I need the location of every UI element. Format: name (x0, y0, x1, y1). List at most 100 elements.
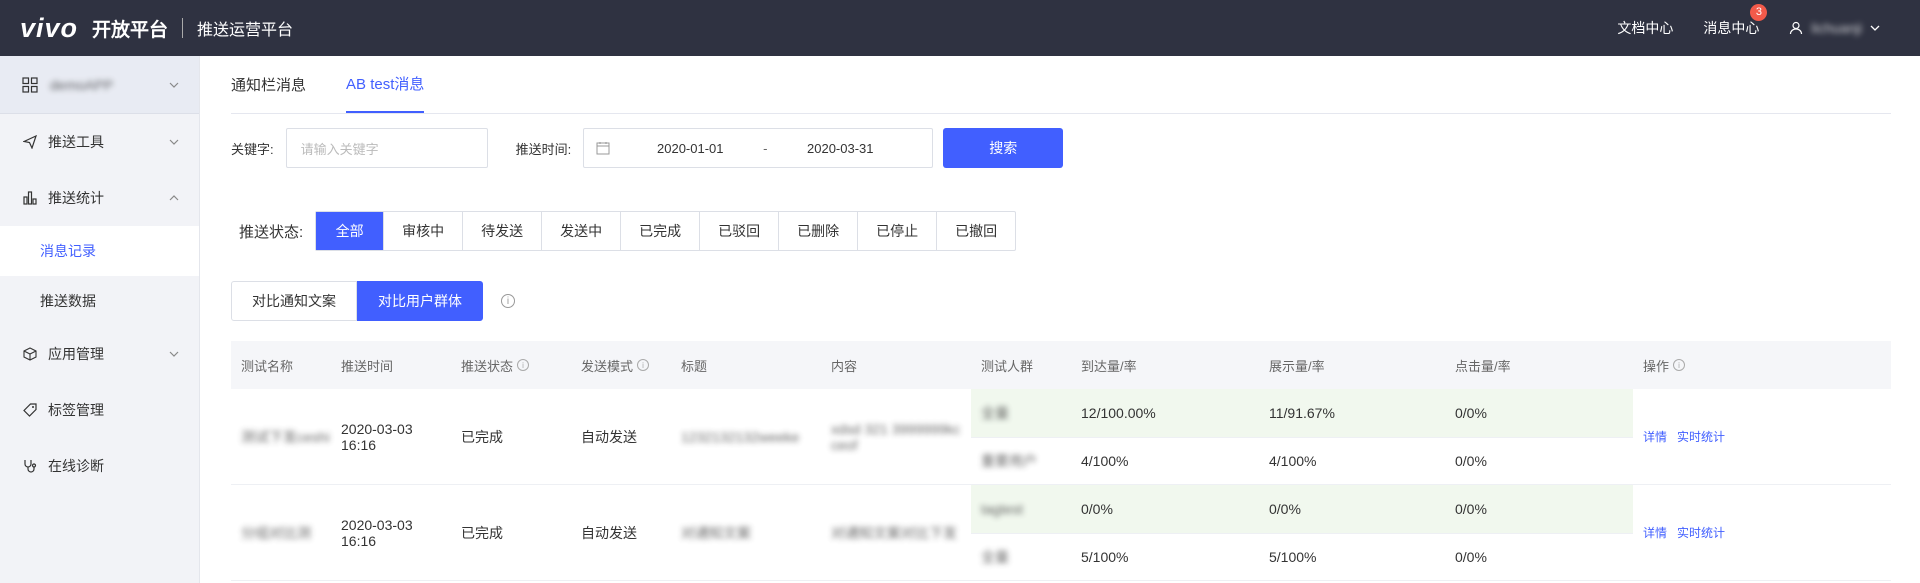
sidebar: demoAPP 推送工具 推送统计 消息记录 推送数据 应用管理 标签管理 在线… (0, 56, 200, 583)
table-row: 分组对比测 2020-03-03 16:16 已完成 自动发送 对通知文案 对通… (231, 485, 1891, 581)
arrive-value: 0/0% (1081, 500, 1113, 517)
info-icon[interactable]: i (517, 359, 530, 371)
user-icon (1790, 21, 1803, 35)
push-status-label: 推送状态: (239, 223, 304, 241)
test-name: 分组对比测 (241, 524, 311, 541)
col-push-time: 推送时间 (341, 358, 394, 374)
top-header: vivo 开放平台 推送运营平台 文档中心 消息中心 3 lichuanji (0, 0, 1920, 56)
col-send-mode: 发送模式 i (571, 356, 671, 375)
main-content: 通知栏消息 AB test消息 关键字: 请输入关键字 推送时间: 2020-0… (231, 56, 1891, 583)
status-segment: 全部 审核中 待发送 发送中 已完成 已驳回 已删除 已停止 已撤回 (315, 211, 1017, 251)
col-arrive: 到达量/率 (1081, 358, 1137, 374)
info-icon[interactable]: i (501, 294, 515, 308)
push-content: xdsd 321 3999999kc ceof (831, 420, 961, 453)
col-content: 内容 (831, 358, 858, 374)
sidebar-item-push-stats[interactable]: 推送统计 (0, 170, 199, 226)
arrive-value: 5/100% (1081, 548, 1129, 565)
send-mode: 自动发送 (581, 428, 637, 445)
col-push-status: 推送状态 i (451, 356, 571, 375)
date-range-picker[interactable]: 2020-01-01 - 2020-03-31 (583, 128, 934, 168)
date-separator: - (763, 140, 768, 156)
keyword-input[interactable]: 请输入关键字 (285, 128, 488, 168)
arrive-value: 12/100.00% (1081, 404, 1156, 421)
sidebar-subitem-message-records[interactable]: 消息记录 (0, 226, 199, 276)
tab-ab-test-message[interactable]: AB test消息 (346, 55, 425, 113)
col-title: 标题 (681, 358, 708, 374)
status-option-deleted[interactable]: 已删除 (779, 212, 859, 250)
sidebar-item-push-tool[interactable]: 推送工具 (0, 114, 199, 170)
detail-link[interactable]: 详情 (1643, 524, 1667, 541)
filter-bar: 关键字: 请输入关键字 推送时间: 2020-01-01 - 2020-03-3… (231, 128, 1064, 168)
status-option-completed[interactable]: 已完成 (621, 212, 701, 250)
compare-copy-button[interactable]: 对比通知文案 (231, 281, 357, 321)
status-option-rejected[interactable]: 已驳回 (700, 212, 780, 250)
doc-center-link[interactable]: 文档中心 (1617, 18, 1673, 38)
user-name: lichuanji (1811, 20, 1862, 36)
push-status: 已完成 (461, 524, 503, 541)
click-value: 0/0% (1455, 404, 1487, 421)
app-selector[interactable]: demoAPP (0, 56, 199, 114)
arrive-value: 4/100% (1081, 452, 1129, 469)
sidebar-item-label: 应用管理 (48, 346, 104, 362)
test-crowd: tagtest (981, 500, 1024, 517)
test-name: 测试下发ceshi (241, 428, 330, 445)
info-icon[interactable]: i (637, 359, 650, 371)
test-crowd: 重要用户 (981, 452, 1037, 469)
end-date[interactable]: 2020-03-31 (780, 141, 900, 156)
realtime-stats-link[interactable]: 实时统计 (1677, 428, 1725, 445)
sidebar-item-online-diagnosis[interactable]: 在线诊断 (0, 438, 199, 494)
col-click: 点击量/率 (1455, 358, 1511, 374)
cube-icon (22, 346, 38, 362)
sidebar-subitem-push-data[interactable]: 推送数据 (0, 276, 199, 326)
status-option-reviewing[interactable]: 审核中 (384, 212, 464, 250)
status-option-sending[interactable]: 发送中 (542, 212, 622, 250)
crowd-subrows: tagtest 0/0% 0/0% 0/0% 全量 5/100% 5/100% … (971, 485, 1633, 580)
push-title: 对通知文案 (681, 524, 751, 541)
sidebar-item-tag-manage[interactable]: 标签管理 (0, 382, 199, 438)
search-button[interactable]: 搜索 (943, 128, 1064, 168)
status-option-stopped[interactable]: 已停止 (858, 212, 938, 250)
platform-title: 推送运营平台 (197, 22, 294, 39)
push-time: 2020-03-03 16:16 (341, 420, 413, 453)
push-status-filter: 推送状态: 全部 审核中 待发送 发送中 已完成 已驳回 已删除 已停止 已撤回 (239, 211, 1017, 251)
message-center-link[interactable]: 消息中心 3 (1703, 4, 1768, 38)
send-icon (22, 134, 38, 150)
push-time: 2020-03-03 16:16 (341, 516, 413, 549)
row-operations: 详情 实时统计 (1633, 389, 1725, 484)
grid-icon (22, 76, 38, 93)
start-date[interactable]: 2020-01-01 (630, 141, 750, 156)
user-menu[interactable]: lichuanji (1789, 20, 1880, 36)
realtime-stats-link[interactable]: 实时统计 (1677, 524, 1725, 541)
compare-audience-button[interactable]: 对比用户群体 (357, 281, 483, 321)
vivo-logo[interactable]: vivo (20, 13, 78, 44)
sidebar-item-label: 推送工具 (48, 134, 104, 150)
status-option-withdrawn[interactable]: 已撤回 (937, 212, 1015, 250)
col-test-crowd: 测试人群 (981, 358, 1034, 374)
col-operations: 操作 i (1633, 356, 1819, 375)
push-time-label: 推送时间: (515, 141, 572, 157)
col-label: 操作 (1643, 358, 1670, 374)
tag-icon (22, 402, 38, 418)
logo-subtitle: 开放平台 (92, 19, 169, 41)
sidebar-item-label: 推送统计 (48, 190, 104, 206)
status-option-pending[interactable]: 待发送 (463, 212, 543, 250)
crowd-row: 全量 5/100% 5/100% 0/0% (971, 532, 1633, 581)
chevron-down-icon (169, 139, 179, 145)
sidebar-item-label: 在线诊断 (48, 458, 104, 474)
status-option-all[interactable]: 全部 (316, 212, 385, 250)
stethoscope-icon (22, 458, 38, 474)
crowd-row: 全量 12/100.00% 11/91.67% 0/0% (971, 389, 1633, 437)
info-icon[interactable]: i (1673, 359, 1686, 371)
chevron-down-icon (169, 82, 179, 88)
tab-notification-message[interactable]: 通知栏消息 (231, 55, 306, 113)
detail-link[interactable]: 详情 (1643, 428, 1667, 445)
push-status: 已完成 (461, 428, 503, 445)
show-value: 0/0% (1269, 500, 1301, 517)
message-center-label: 消息中心 (1703, 20, 1760, 36)
sidebar-item-app-manage[interactable]: 应用管理 (0, 326, 199, 382)
calendar-icon (596, 142, 610, 155)
col-label: 发送模式 (581, 358, 634, 374)
push-content: 对通知文案对比下发 (831, 524, 957, 541)
show-value: 11/91.67% (1269, 404, 1335, 421)
col-test-name: 测试名称 (241, 358, 294, 374)
